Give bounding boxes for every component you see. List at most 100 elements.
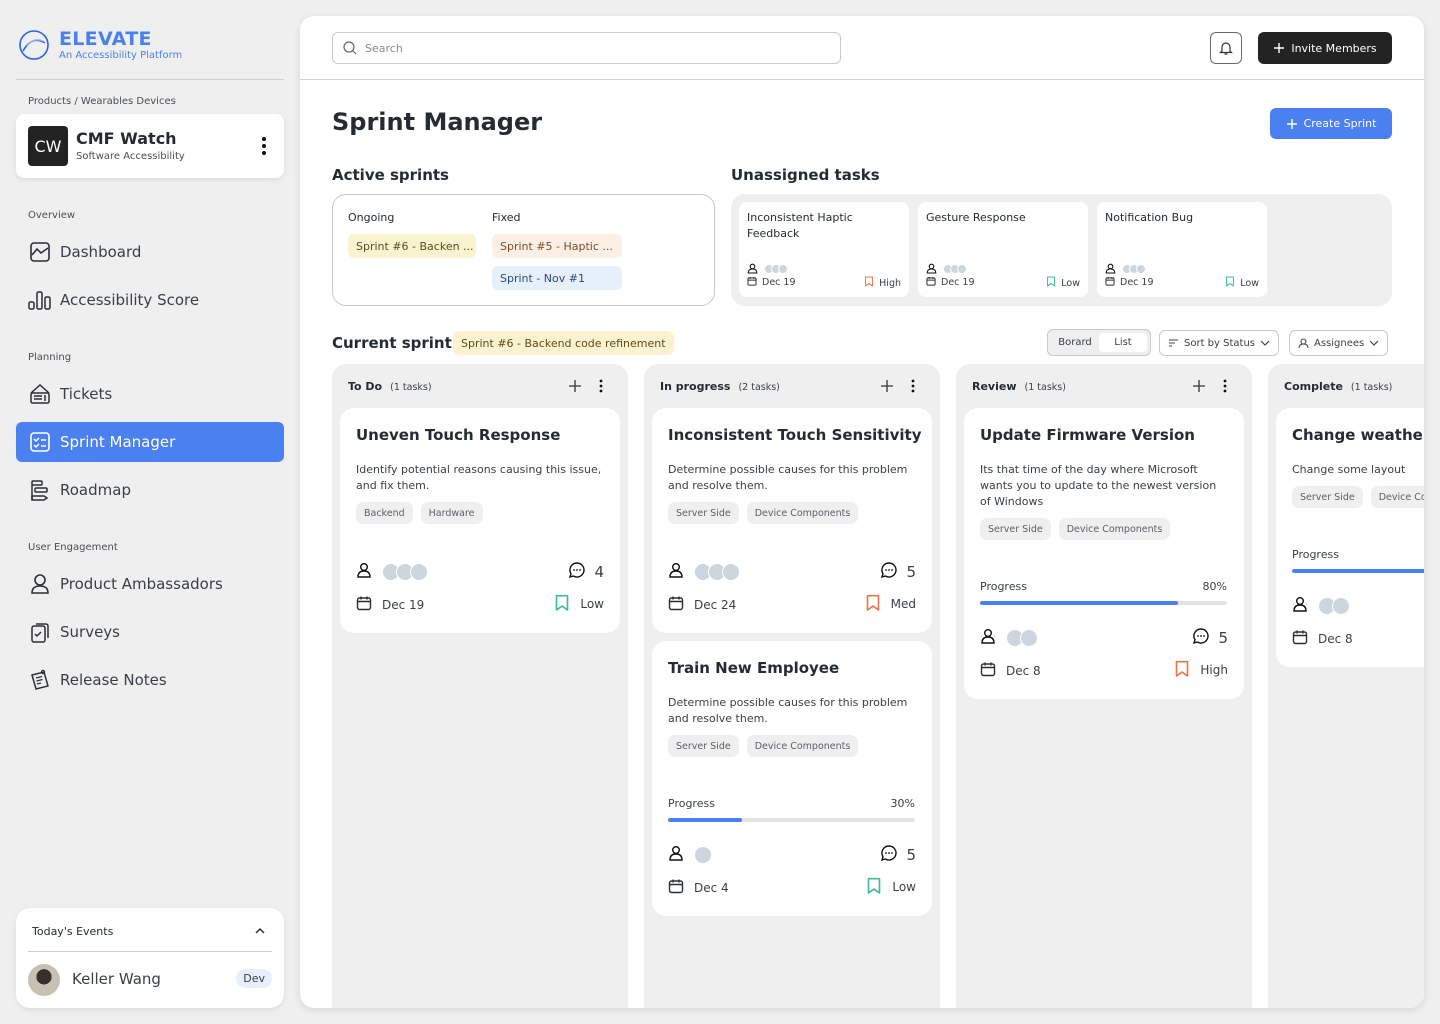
events-title: Today's Events [32,925,114,938]
comments[interactable]: 5 [880,561,916,583]
unassigned-task-card[interactable]: Inconsistent Haptic Feedback Dec 19 High [739,202,909,297]
sidebar: ELEVATE An Accessibility Platform Produc… [0,0,300,1024]
comment-count: 4 [594,563,604,581]
progress-fill [1292,569,1424,573]
task-description: Its that time of the day where Microsoft… [980,463,1217,508]
view-option-list[interactable]: List [1099,333,1147,352]
assignees[interactable] [980,628,1038,648]
sprint-pill[interactable]: Sprint - Nov #1 [492,266,622,290]
due-date: Dec 4 [668,878,729,897]
task-card[interactable]: Inconsistent Touch Sensitivity Determine… [652,408,932,633]
sidebar-item-surveys[interactable]: Surveys [16,612,284,652]
assignees-label: Assignees [1314,337,1365,349]
event-person-name[interactable]: Keller Wang [72,970,161,988]
task-card[interactable]: Change weather app Change some layout Se… [1276,408,1424,667]
user-icon [668,562,684,582]
more-vertical-icon[interactable] [260,136,268,156]
user-icon [668,845,684,865]
add-task-icon[interactable] [1192,379,1206,393]
tag: Server Side [980,518,1051,540]
bookmark-icon [554,594,570,615]
task-title: Inconsistent Touch Sensitivity [668,426,922,444]
task-card[interactable]: Update Firmware Version Its that time of… [964,408,1244,699]
progress-fill [980,601,1178,605]
assignee-avatars [1122,263,1146,274]
comments[interactable]: 4 [568,561,604,583]
create-sprint-button[interactable]: Create Sprint [1270,108,1392,139]
unassigned-tasks-heading: Unassigned tasks [731,166,880,184]
add-task-icon[interactable] [880,379,894,393]
comment-count: 5 [1218,629,1228,647]
view-toggle[interactable]: Borard List [1047,329,1151,356]
column-title: Review [972,380,1017,393]
task-card[interactable]: Train New Employee Determine possible ca… [652,641,932,916]
sidebar-item-tickets[interactable]: Tickets [16,374,284,414]
comments[interactable]: 5 [880,844,916,866]
invite-members-label: Invite Members [1291,41,1377,55]
current-sprint-badge: Sprint #6 - Backend code refinement [453,331,674,355]
assignees[interactable] [356,562,428,582]
search-box[interactable] [332,32,841,64]
create-sprint-label: Create Sprint [1303,117,1377,130]
sprint-pill[interactable]: Sprint #6 - Backen ... [348,234,476,258]
user-icon [28,572,52,596]
sidebar-item-dashboard[interactable]: Dashboard [16,232,284,272]
more-vertical-icon[interactable] [910,379,916,393]
more-vertical-icon[interactable] [598,379,604,393]
add-task-icon[interactable] [568,379,582,393]
calendar-icon [926,276,936,289]
events-divider [28,951,272,952]
sprint-pill[interactable]: Sprint #5 - Haptic ... [492,234,622,258]
more-vertical-icon[interactable] [1222,379,1228,393]
ticket-icon [28,382,52,406]
assignees[interactable] [1292,596,1350,616]
date-text: Dec 8 [1318,631,1353,646]
assignees[interactable] [668,845,712,865]
search-input[interactable] [365,41,805,55]
calendar-icon [668,595,684,614]
task-tags: Server Side Device Components [980,518,1171,540]
date-text: Dec 19 [1120,277,1154,288]
tag: Hardware [420,502,483,524]
sidebar-item-label: Tickets [60,385,113,403]
assignees[interactable] [668,562,740,582]
progress-fill [668,818,743,822]
invite-members-button[interactable]: Invite Members [1258,32,1392,64]
bookmark-icon [865,594,881,615]
sidebar-item-product-ambassadors[interactable]: Product Ambassadors [16,564,284,604]
assignees-dropdown[interactable]: Assignees [1289,330,1389,356]
sort-dropdown[interactable]: Sort by Status [1159,330,1279,356]
chevron-down-icon [1260,340,1270,346]
breadcrumb[interactable]: Products / Wearables Devices [28,96,176,107]
comments[interactable]: 5 [1192,627,1228,649]
sidebar-item-release-notes[interactable]: Release Notes [16,660,284,700]
elevate-logo-icon [19,30,49,60]
task-card[interactable]: Uneven Touch Response Identify potential… [340,408,620,633]
tag: Backend [356,502,413,524]
priority: Med [865,594,916,615]
column-count: (2 tasks) [738,382,780,393]
board-column-complete: Complete (1 tasks) Change weather app Cha… [1268,364,1424,1008]
product-card[interactable]: CW CMF Watch Software Accessibility [16,114,284,178]
view-option-board[interactable]: Borard [1051,333,1099,352]
comment-count: 5 [906,563,916,581]
progress-value: 80% [1202,580,1227,593]
date-text: Dec 19 [382,597,425,612]
unassigned-tasks-panel: Inconsistent Haptic Feedback Dec 19 High… [731,194,1392,306]
chevron-up-icon[interactable] [254,926,266,936]
calendar-icon [980,661,996,680]
logo[interactable]: ELEVATE An Accessibility Platform [18,28,182,62]
column-count: (1 tasks) [1350,382,1393,393]
notifications-button[interactable] [1210,32,1242,64]
task-description: Change some layout [1292,463,1406,476]
unassigned-task-card[interactable]: Notification Bug Dec 19 Low [1097,202,1267,297]
sidebar-item-roadmap[interactable]: Roadmap [16,470,284,510]
sidebar-item-sprint-manager[interactable]: Sprint Manager [16,422,284,462]
sidebar-item-label: Roadmap [60,481,131,499]
sidebar-item-accessibility-score[interactable]: Accessibility Score [16,280,284,320]
column-count: (1 tasks) [390,382,432,393]
user-icon [1292,596,1308,616]
unassigned-task-card[interactable]: Gesture Response Dec 19 Low [918,202,1088,297]
assignee-avatars [694,846,712,864]
calendar-icon [1292,629,1308,648]
